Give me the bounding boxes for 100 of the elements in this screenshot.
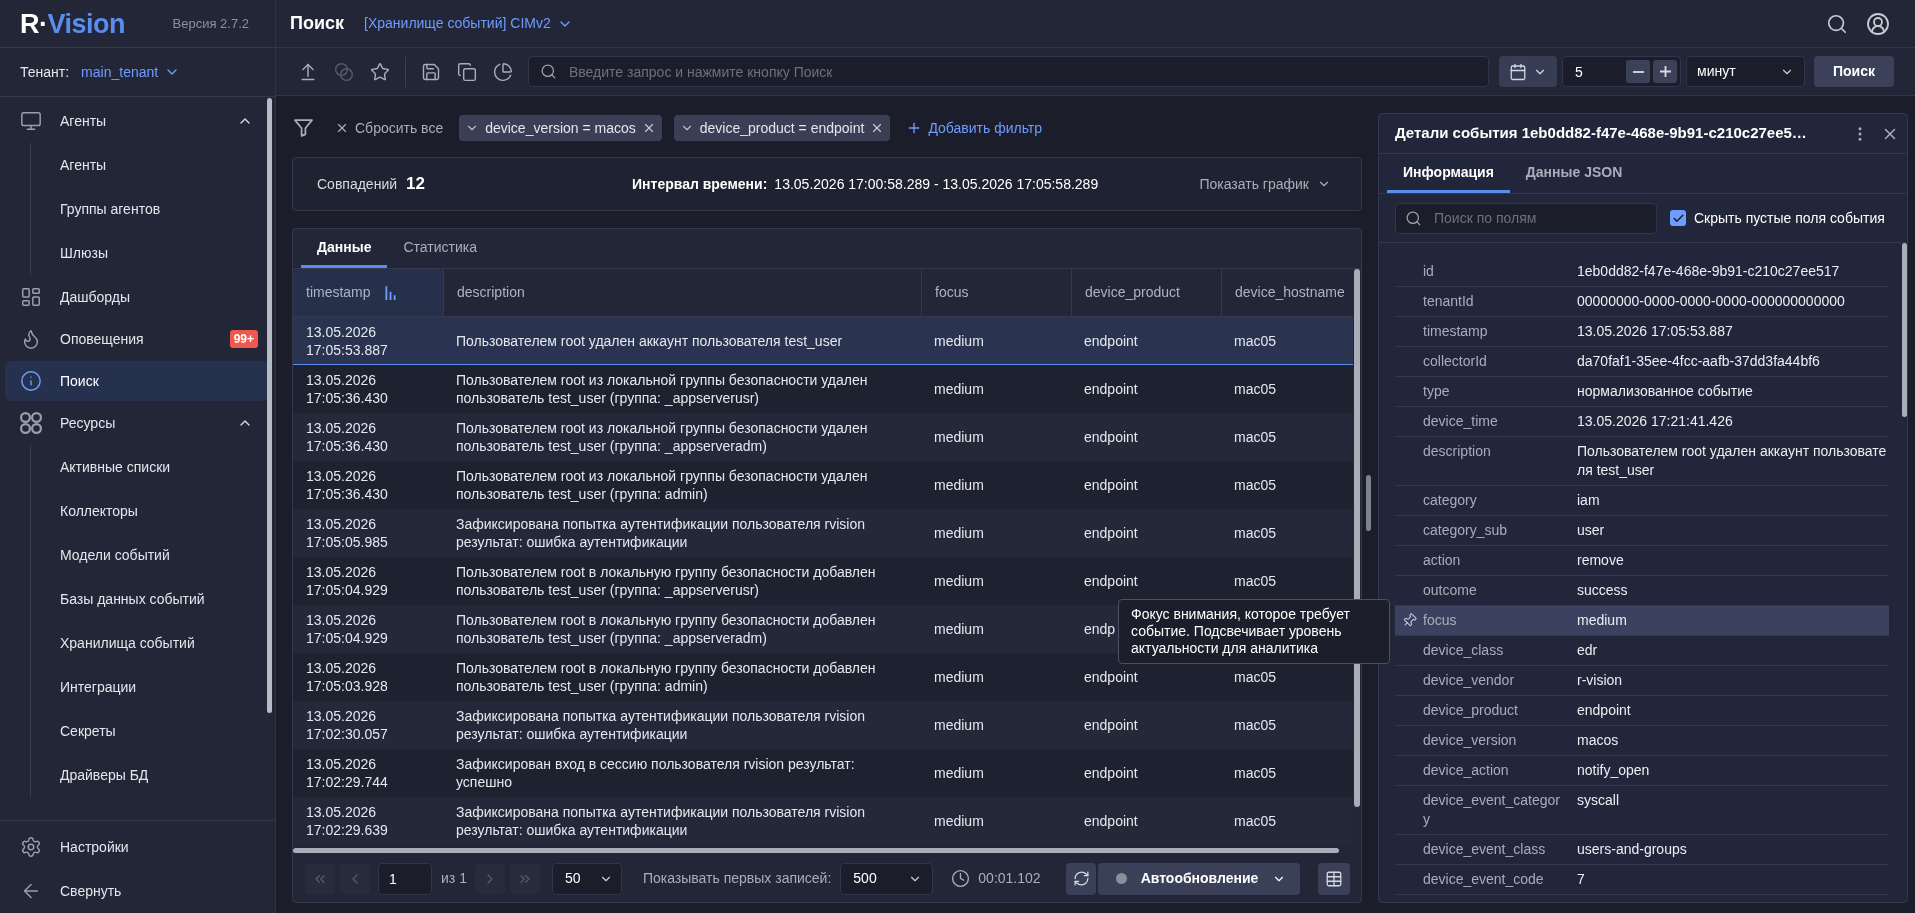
field-name: device_time xyxy=(1423,412,1498,431)
filter-chip[interactable]: device_version = macos xyxy=(459,115,662,141)
checkbox[interactable] xyxy=(1670,210,1686,226)
field-name: device_version xyxy=(1423,731,1517,750)
nav-subitem[interactable]: Коллекторы xyxy=(31,489,266,533)
tenant-label: Тенант: xyxy=(20,62,70,82)
search-button[interactable]: Поиск xyxy=(1814,56,1894,87)
column-header[interactable]: device_hostname xyxy=(1221,269,1353,316)
table-row[interactable]: 13.05.2026 17:05:53.887 Пользователем root удален аккаунт пользователя test_user medium endpoint mac05 xyxy=(293,317,1353,365)
nav-subitem[interactable]: Активные списки xyxy=(31,445,266,489)
scrollbar-thumb[interactable] xyxy=(1366,475,1371,531)
nav-subitem[interactable]: Драйверы БД xyxy=(31,753,266,797)
table-cell-text: Зафиксирована попытка аутентификации пользователя rvision результат: ошибка аутентификации xyxy=(456,707,866,743)
search-icon xyxy=(1405,209,1422,227)
page-field[interactable]: 1 xyxy=(378,862,432,895)
limit-select[interactable]: 500 xyxy=(840,862,934,895)
tooltip: Фокус внимания, которое требует событие. Подсвечивает уровень актуальности для аналитика xyxy=(1118,599,1390,664)
scrollbar-thumb[interactable] xyxy=(293,848,1339,853)
table-cell: endpoint xyxy=(1084,524,1138,542)
table-cell: 13.05.2026 17:05:04.929 xyxy=(306,611,388,647)
page-size-select[interactable]: 50 xyxy=(551,862,622,895)
field-name: device_vendor xyxy=(1423,671,1515,690)
nav-item[interactable]: Поиск xyxy=(5,361,270,401)
table-row[interactable]: 13.05.2026 17:05:36.430 Пользователем root из локальной группы безопасности удален пользователь test_user (группа: admin) medium endpoint mac05 xyxy=(293,461,1353,509)
query-field[interactable]: Введите запрос и нажмите кнопку Поиск xyxy=(528,56,1489,87)
upload-icon xyxy=(298,61,318,82)
show-chart-toggle[interactable]: Показать график xyxy=(1199,173,1331,195)
matches-count: 12 xyxy=(406,173,425,196)
field-name: device_class xyxy=(1423,641,1504,660)
tab[interactable]: Данные JSON xyxy=(1509,154,1639,193)
table-cell: 13.05.2026 17:05:05.985 xyxy=(306,515,388,551)
date-range-button[interactable] xyxy=(1499,56,1557,87)
field-name: category xyxy=(1423,491,1477,510)
nav-subitem[interactable]: Секреты xyxy=(31,709,266,753)
table-cell: endpoint xyxy=(1084,428,1138,446)
table-cell: 13.05.2026 17:05:36.430 xyxy=(306,371,388,407)
scrollbar-thumb[interactable] xyxy=(1902,243,1907,417)
tab[interactable]: Информация xyxy=(1387,154,1510,193)
nav-subitem[interactable]: Агенты xyxy=(31,143,266,187)
table-row[interactable]: 13.05.2026 17:05:04.929 Пользователем root в локальную группу безопасности добавлен пользователь test_user (группа: _appserverusr) medium endpoint mac05 xyxy=(293,557,1353,605)
table-cell: Пользователем root удален аккаунт пользователя test_user xyxy=(456,331,843,350)
field-name: focus xyxy=(1423,611,1457,630)
table-cell: 13.05.2026 17:05:36.430 xyxy=(306,467,388,503)
storage-dropdown[interactable]: [Хранилище событий] CIMv2 xyxy=(364,13,573,34)
nav-item[interactable]: Оповещения 99+ xyxy=(5,319,270,359)
nav-subitem[interactable]: Базы данных событий xyxy=(31,577,266,621)
filter-chip[interactable]: device_product = endpoint xyxy=(673,115,891,141)
column-header[interactable]: description xyxy=(443,269,921,316)
nav-subitem[interactable]: Хранилища событий xyxy=(31,621,266,665)
refresh-icon xyxy=(1072,870,1090,887)
field-value: 13.05.2026 17:21:41.426 xyxy=(1577,412,1733,431)
interval-label: Интервал времени: xyxy=(632,174,768,194)
reset-filters-button[interactable]: Сбросить все xyxy=(335,117,444,139)
field-name: action xyxy=(1423,551,1461,570)
table-row[interactable]: 13.05.2026 17:05:36.430 Пользователем root из локальной группы безопасности удален пользователь test_user (группа: _appserverusr) medium endpoint mac05 xyxy=(293,365,1353,413)
table-row[interactable]: 13.05.2026 17:02:29.744 Зафиксирован вход в сессию пользователя rvision результат: успешно medium endpoint mac05 xyxy=(293,749,1353,797)
field-name: device_event_code xyxy=(1423,870,1544,889)
sort-icon[interactable] xyxy=(384,285,396,300)
autorefresh-button[interactable]: Автообновление xyxy=(1098,862,1300,895)
nav-item[interactable]: Дашборды xyxy=(5,277,270,317)
user-avatar-icon[interactable] xyxy=(1866,11,1890,36)
search-icon[interactable] xyxy=(1826,12,1848,35)
field-value: endpoint xyxy=(1577,701,1631,720)
nav-subitem[interactable]: Группы агентов xyxy=(31,187,266,231)
clock-icon xyxy=(951,869,971,888)
table-icon xyxy=(1325,869,1343,888)
tab[interactable]: Статистика xyxy=(387,229,493,268)
table-cell: endpoint xyxy=(1084,812,1138,830)
nav-subitem[interactable]: Модели событий xyxy=(31,533,266,577)
decrement-button[interactable] xyxy=(1626,60,1650,83)
increment-button[interactable] xyxy=(1653,60,1677,83)
table-cell: mac05 xyxy=(1234,380,1277,398)
field-search[interactable]: Поиск по полям xyxy=(1395,202,1657,234)
nav-subitem[interactable]: Шлюзы xyxy=(31,231,266,275)
columns-button[interactable] xyxy=(1318,862,1350,895)
nav-item[interactable]: Ресурсы xyxy=(5,403,270,443)
field-value: 00000000-0000-0000-0000-000000000000 xyxy=(1577,292,1845,311)
table-cell: medium xyxy=(934,716,984,734)
plus-icon xyxy=(1659,66,1671,77)
scrollbar-thumb[interactable] xyxy=(267,98,272,713)
add-filter-button[interactable]: Добавить фильтр xyxy=(906,117,1043,139)
table-cell: medium xyxy=(934,572,984,590)
field-value: 13.05.2026 17:05:53.887 xyxy=(1577,322,1733,341)
tenant-dropdown[interactable]: main_tenant xyxy=(81,61,181,83)
column-header[interactable]: focus xyxy=(921,269,1071,316)
column-header[interactable]: device_product xyxy=(1071,269,1221,316)
table-cell: medium xyxy=(934,428,984,446)
filter-icon[interactable] xyxy=(294,119,313,137)
overlapping-circles-icon xyxy=(334,61,354,82)
refresh-button[interactable] xyxy=(1066,862,1096,895)
pie-chart-icon xyxy=(493,61,513,82)
column-header[interactable]: timestamp xyxy=(293,269,443,316)
table-cell: medium xyxy=(934,668,984,686)
nav-subitem[interactable]: Интеграции xyxy=(31,665,266,709)
nav-item[interactable]: Настройки xyxy=(5,825,270,869)
nav-item[interactable]: Свернуть xyxy=(5,869,270,913)
nav-item[interactable]: Агенты xyxy=(5,101,270,141)
search-icon xyxy=(540,63,557,80)
unit-select[interactable]: минут xyxy=(1686,56,1805,87)
calendar-icon xyxy=(1509,62,1527,81)
